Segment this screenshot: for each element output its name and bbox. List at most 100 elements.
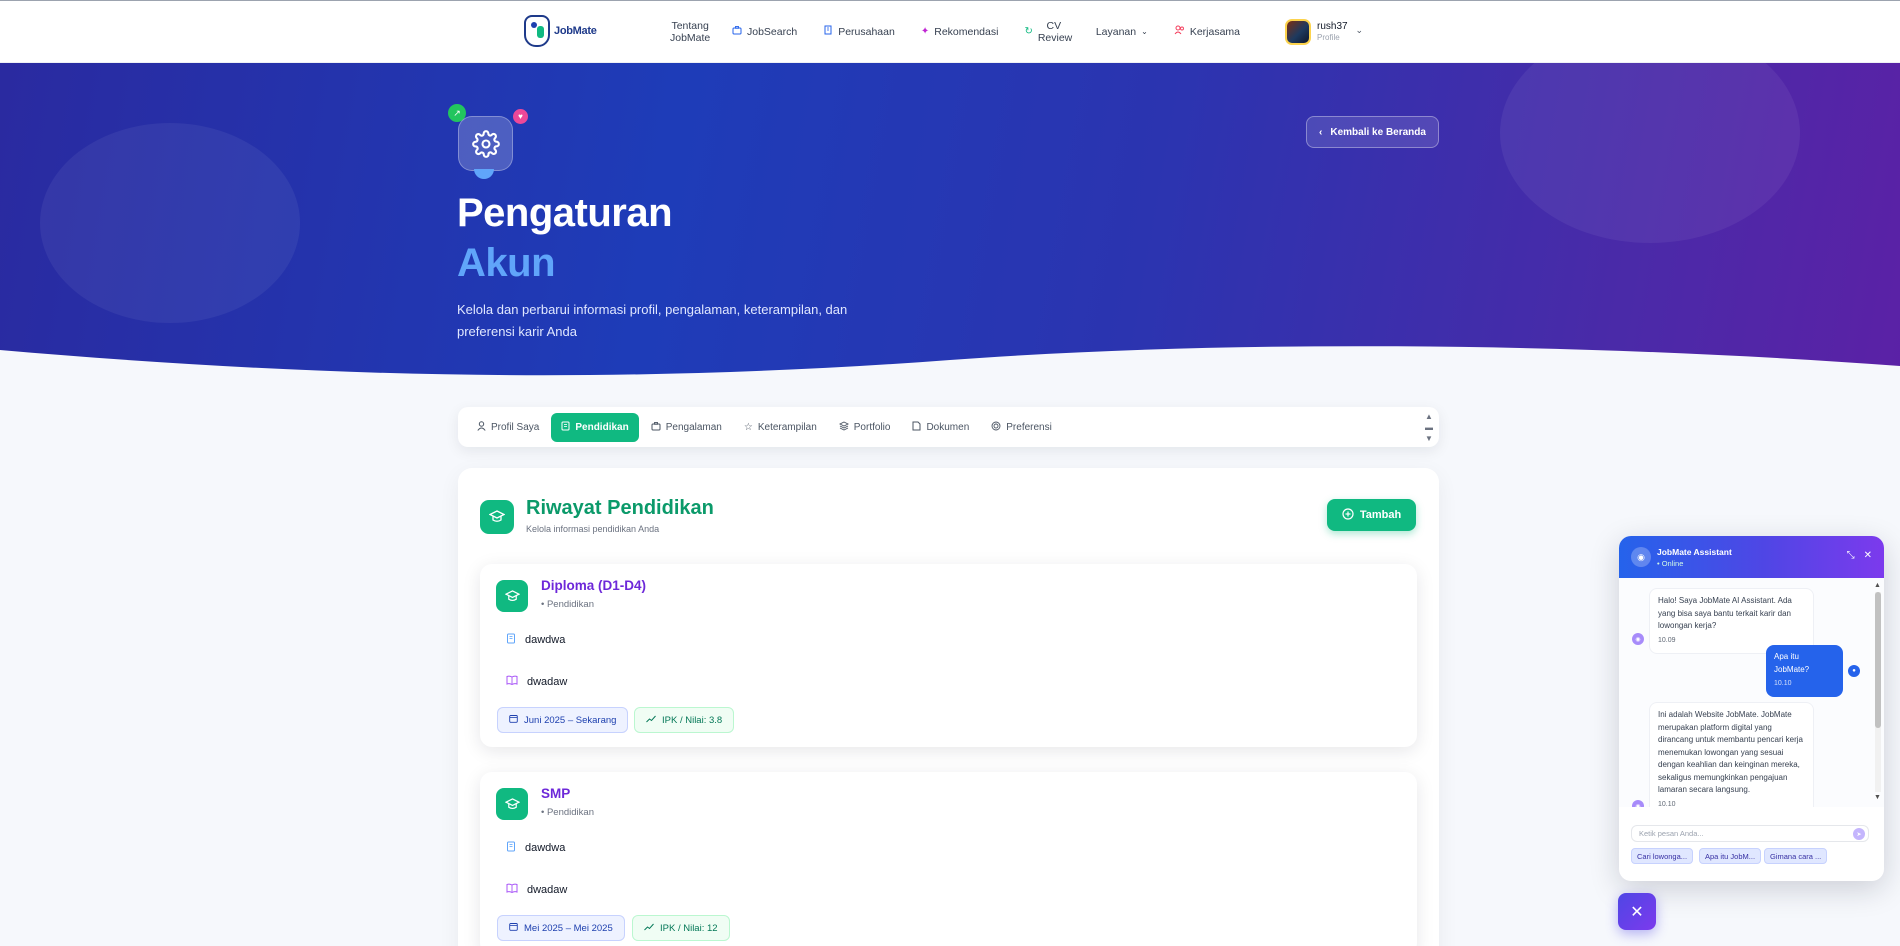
score-text: IPK / Nilai: 12	[660, 922, 718, 934]
tab-label: Keterampilan	[757, 421, 817, 433]
education-level: Diploma (D1-D4)	[541, 578, 647, 593]
hero-glow	[40, 123, 300, 323]
hero-banner: ↗ ♥ Pengaturan Akun Kelola dan perbarui …	[0, 63, 1900, 396]
nav-item-tentang[interactable]: Tentang JobMate	[670, 20, 710, 44]
tab-label: Profil Saya	[491, 421, 540, 433]
message-text: Apa itu JobMate?	[1774, 652, 1810, 674]
chat-messages: Halo! Saya JobMate AI Assistant. Ada yan…	[1619, 578, 1884, 807]
education-card[interactable]: Diploma (D1-D4) • Pendidikan dawdwa dwad…	[480, 564, 1417, 747]
tab-label: Portfolio	[853, 421, 891, 433]
send-icon[interactable]: ➤	[1853, 828, 1865, 840]
education-level: SMP	[541, 786, 571, 801]
minimize-icon[interactable]: ⤡	[1847, 550, 1855, 561]
chevron-left-icon: ‹	[1319, 126, 1323, 138]
star-icon: ☆	[743, 421, 753, 433]
message-text: Halo! Saya JobMate AI Assistant. Ada yan…	[1658, 596, 1792, 630]
major-row: dwadaw	[506, 883, 567, 896]
profile-menu[interactable]: rush37 Profile ⌄	[1279, 13, 1373, 51]
scroll-thumb[interactable]	[1875, 592, 1881, 728]
major-name: dwadaw	[527, 675, 568, 688]
score-text: IPK / Nilai: 3.8	[662, 714, 723, 726]
chat-scrollbar[interactable]: ▲ ▼	[1874, 582, 1882, 804]
tab-keterampilan[interactable]: ☆ Keterampilan	[734, 413, 827, 442]
tab-label: Dokumen	[926, 421, 970, 433]
calendar-icon	[509, 714, 518, 726]
trend-up-icon	[644, 923, 654, 934]
logo-mark-icon	[524, 15, 550, 47]
tabs-scroll-control[interactable]: ▲ ▬ ▼	[1425, 411, 1433, 444]
nav-item-kerjasama[interactable]: Kerjasama	[1174, 25, 1240, 39]
chat-title: JobMate Assistant	[1657, 547, 1732, 557]
tab-portfolio[interactable]: Portfolio	[829, 413, 901, 442]
quick-reply-label: Cari lowonga...	[1637, 851, 1688, 861]
hero-wave-shape	[0, 346, 1900, 396]
message-text: Ini adalah Website JobMate. JobMate meru…	[1658, 710, 1803, 794]
handshake-icon	[1174, 25, 1185, 39]
sparkle-icon: ✦	[920, 26, 930, 37]
nav-item-cv-review[interactable]: ↻ CV Review	[1024, 20, 1072, 44]
back-button-label: Kembali ke Beranda	[1330, 126, 1426, 138]
chevron-down-icon: ⌄	[1355, 25, 1363, 35]
chat-message-input[interactable]: Ketik pesan Anda... ➤	[1631, 825, 1869, 842]
building-icon	[506, 633, 516, 647]
nav-item-perusahaan[interactable]: Perusahaan	[823, 25, 895, 39]
nav-item-jobsearch[interactable]: JobSearch	[732, 25, 797, 39]
quick-reply-button[interactable]: Gimana cara ...	[1764, 848, 1828, 864]
score-badge: IPK / Nilai: 3.8	[634, 707, 735, 733]
period-badge: Juni 2025 – Sekarang	[497, 707, 629, 733]
education-type: • Pendidikan	[541, 807, 594, 818]
education-section: Riwayat Pendidikan Kelola informasi pend…	[458, 468, 1439, 946]
education-card[interactable]: SMP • Pendidikan dawdwa dwadaw Mei 2025 …	[480, 772, 1417, 946]
period-badge: Mei 2025 – Mei 2025	[497, 915, 625, 941]
tab-dokumen[interactable]: Dokumen	[902, 413, 979, 442]
chat-toggle-button[interactable]: ✕	[1618, 893, 1656, 930]
chat-header: ◉ JobMate Assistant • Online ⤡ ✕	[1619, 536, 1884, 578]
tab-label: Pendidikan	[575, 421, 629, 433]
tab-pendidikan[interactable]: Pendidikan	[551, 412, 639, 442]
period-text: Juni 2025 – Sekarang	[524, 714, 617, 726]
jobmate-logo[interactable]: JobMate	[524, 15, 597, 47]
tab-pengalaman[interactable]: Pengalaman	[641, 413, 732, 442]
add-education-button[interactable]: Tambah	[1327, 499, 1416, 531]
top-navbar: JobMate Tentang JobMate JobSearch Perusa…	[0, 0, 1900, 63]
score-badge: IPK / Nilai: 12	[632, 915, 730, 941]
section-subtitle: Kelola informasi pendidikan Anda	[526, 524, 660, 534]
message-time: 10.10	[1774, 680, 1792, 687]
chevron-down-icon: ⌄	[1141, 27, 1148, 36]
tab-label: Preferensi	[1006, 421, 1052, 433]
nav-item-rekomendasi[interactable]: ✦ Rekomendasi	[921, 26, 999, 38]
settings-tabs: Profil Saya Pendidikan Pengalaman ☆ Kete…	[458, 407, 1439, 447]
nav-item-layanan[interactable]: Layanan ⌄	[1096, 26, 1148, 38]
tab-preferensi[interactable]: Preferensi	[981, 413, 1062, 442]
heart-badge-icon: ♥	[513, 109, 528, 124]
graduation-cap-icon	[496, 788, 528, 820]
book-icon	[561, 421, 570, 434]
tab-profil-saya[interactable]: Profil Saya	[467, 413, 549, 442]
education-type-label: Pendidikan	[546, 599, 594, 610]
bot-avatar-icon: ◉	[1632, 633, 1644, 645]
target-icon	[991, 421, 1001, 434]
quick-reply-button[interactable]: Cari lowonga...	[1631, 848, 1694, 864]
nav-label: Kerjasama	[1189, 26, 1241, 38]
graduation-cap-icon	[496, 580, 528, 612]
nav-label: Layanan	[1095, 26, 1137, 38]
plus-circle-icon	[1342, 507, 1354, 523]
scroll-down-arrow[interactable]: ▼	[1874, 794, 1881, 801]
profile-name: rush37	[1317, 21, 1348, 32]
message-time: 10.10	[1658, 800, 1676, 808]
institution-row: dawdwa	[506, 633, 565, 647]
document-icon	[912, 421, 921, 434]
close-icon[interactable]: ✕	[1864, 550, 1872, 561]
scroll-up-arrow[interactable]: ▲	[1874, 582, 1881, 589]
period-text: Mei 2025 – Mei 2025	[524, 922, 613, 934]
major-name: dwadaw	[527, 883, 568, 896]
nav-label: Rekomendasi	[934, 26, 999, 38]
institution-name: dawdwa	[525, 634, 566, 646]
bot-avatar-icon: ◉	[1632, 800, 1644, 807]
institution-name: dawdwa	[525, 842, 566, 854]
back-to-home-button[interactable]: ‹ Kembali ke Beranda	[1306, 116, 1439, 148]
user-avatar-icon: ●	[1848, 665, 1860, 677]
quick-reply-button[interactable]: Apa itu JobM...	[1699, 848, 1762, 864]
education-type-label: Pendidikan	[546, 807, 594, 818]
close-icon: ✕	[1630, 903, 1644, 921]
